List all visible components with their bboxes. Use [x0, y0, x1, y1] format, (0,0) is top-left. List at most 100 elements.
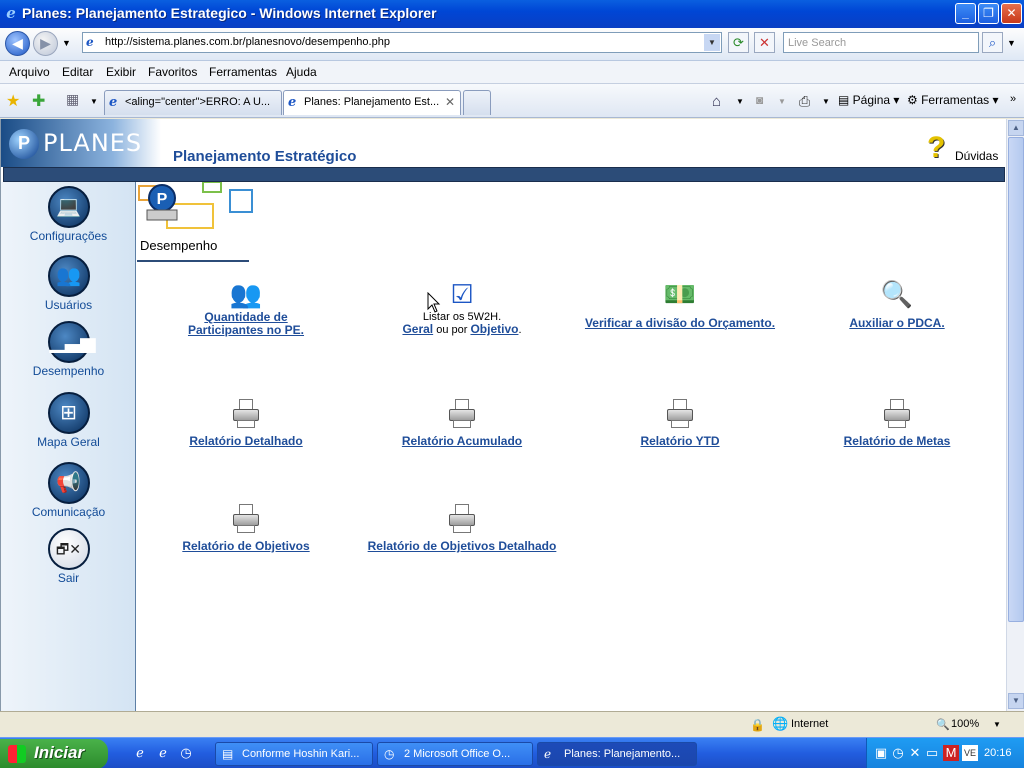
home-dropdown-icon[interactable]: ▼	[736, 97, 744, 106]
quicklaunch-browser-icon[interactable]: ℯ	[155, 745, 171, 761]
refresh-button[interactable]: ⟳	[728, 32, 749, 53]
back-button[interactable]: ◀	[5, 31, 30, 56]
address-url: http://sistema.planes.com.br/planesnovo/…	[105, 36, 390, 48]
rel-metas-link[interactable]: Relatório de Metas	[792, 435, 1002, 448]
quicklaunch-clock-icon[interactable]: ◷	[178, 745, 194, 761]
objetivo-link[interactable]: Objetivo	[470, 322, 518, 336]
add-favorite-icon[interactable]: ✚	[32, 91, 45, 111]
menu-ajuda[interactable]: Ajuda	[286, 65, 317, 79]
sidebar-item-desempenho[interactable]: ▁▃▅ Desempenho	[1, 321, 136, 378]
help-link[interactable]: Dúvidas	[955, 149, 998, 163]
menu-favoritos[interactable]: Favoritos	[148, 65, 197, 79]
menu-ferramentas[interactable]: Ferramentas	[209, 65, 277, 79]
svg-text:P: P	[157, 191, 168, 208]
menu-arquivo[interactable]: Arquivo	[9, 65, 50, 79]
new-tab-button[interactable]	[463, 90, 491, 115]
quicklaunch-ie-icon[interactable]: ℯ	[132, 745, 148, 761]
page-menu-button[interactable]: ▤ Página ▾	[838, 93, 899, 107]
word-icon: ▤	[222, 747, 234, 761]
tray-monitor-icon[interactable]: ▭	[924, 745, 940, 761]
tab-bar: ★ ✚ ▦ ▼ e <aling="center">ERRO: A U... e…	[0, 84, 1024, 118]
maximize-button[interactable]: ❐	[978, 3, 999, 24]
pdca-link[interactable]: Auxiliar o PDCA.	[792, 317, 1002, 330]
sidebar-item-sair[interactable]: 🗗✕ Sair	[1, 528, 136, 585]
orcamento-link[interactable]: Verificar a divisão do Orçamento.	[575, 317, 785, 330]
favorites-star-icon[interactable]: ★	[6, 91, 20, 111]
tab-erro[interactable]: e <aling="center">ERRO: A U...	[104, 90, 282, 115]
zoom-dropdown-icon[interactable]: ▼	[993, 720, 1001, 729]
tray-network-icon[interactable]: ▣	[873, 745, 889, 761]
ie-logo-icon: e	[6, 4, 16, 22]
start-button[interactable]: Iniciar	[0, 739, 108, 768]
feeds-dropdown-icon[interactable]: ▼	[778, 97, 786, 106]
sidebar-item-label: Usuários	[44, 298, 93, 312]
menu-exibir[interactable]: Exibir	[106, 65, 136, 79]
rel-detalhado-link[interactable]: Relatório Detalhado	[141, 435, 351, 448]
orcamento-item[interactable]: 💵 Verificar a divisão do Orçamento.	[575, 277, 785, 330]
rel-metas-item[interactable]: Relatório de Metas	[792, 399, 1002, 448]
tab-planes[interactable]: e Planes: Planejamento Est... ✕	[283, 90, 461, 115]
sidebar-item-comunicacao[interactable]: 📢 Comunicação	[1, 462, 136, 519]
site-header: P PLANES Planejamento Estratégico ? Dúvi…	[1, 119, 1006, 167]
sidebar-item-label: Desempenho	[32, 364, 105, 378]
rel-acumulado-item[interactable]: Relatório Acumulado	[357, 399, 567, 448]
tray-clock-icon[interactable]: ◷	[890, 745, 906, 761]
print-icon[interactable]: ⎙	[799, 93, 810, 110]
scroll-down-icon[interactable]: ▼	[1008, 693, 1024, 709]
zoom-icon[interactable]: 🔍	[936, 718, 950, 731]
close-window-button[interactable]: ✕	[1001, 3, 1022, 24]
web-page: P PLANES Planejamento Estratégico ? Dúvi…	[0, 119, 1006, 711]
sidebar-item-mapa-geral[interactable]: ⊞ Mapa Geral	[1, 392, 136, 449]
history-dropdown-icon[interactable]: ▼	[62, 38, 71, 48]
task-word[interactable]: ▤ Conforme Hoshin Kari...	[215, 742, 373, 766]
tab-list-dropdown-icon[interactable]: ▼	[90, 97, 98, 106]
rel-objetivos-link[interactable]: Relatório de Objetivos	[141, 540, 351, 553]
tray-ve-icon[interactable]: VE	[962, 745, 978, 761]
task-ie[interactable]: ℯ Planes: Planejamento...	[537, 742, 697, 766]
tray-antivirus-icon[interactable]: M	[943, 745, 959, 761]
desempenho-banner-icon: P	[138, 182, 253, 229]
geral-link[interactable]: Geral	[402, 322, 433, 336]
search-options-icon[interactable]: ▼	[1007, 38, 1016, 48]
printer-icon	[882, 399, 912, 429]
stop-button[interactable]: ✕	[754, 32, 775, 53]
scrollbar-thumb[interactable]	[1008, 137, 1024, 622]
magnifier-icon: 🔍	[880, 279, 914, 309]
participants-link-line2[interactable]: Participantes no PE.	[141, 324, 351, 337]
sidebar-item-usuarios[interactable]: 👥 Usuários	[1, 255, 136, 312]
address-dropdown-icon[interactable]: ▼	[704, 34, 720, 51]
minimize-button[interactable]: _	[955, 3, 976, 24]
task-office[interactable]: ◷ 2 Microsoft Office O...	[377, 742, 533, 766]
zoom-level[interactable]: 100%	[951, 718, 979, 730]
home-icon[interactable]: ⌂	[712, 93, 721, 110]
rel-acumulado-link[interactable]: Relatório Acumulado	[357, 435, 567, 448]
scroll-up-icon[interactable]: ▲	[1008, 120, 1024, 136]
sidebar-item-configuracoes[interactable]: 💻 Configurações	[1, 186, 136, 243]
windows-logo-icon	[8, 745, 26, 763]
rel-objetivos-item[interactable]: Relatório de Objetivos	[141, 504, 351, 553]
taskbar-clock[interactable]: 20:16	[984, 747, 1012, 759]
pdca-item[interactable]: 🔍 Auxiliar o PDCA.	[792, 277, 1002, 330]
participants-item[interactable]: 👥 Quantidade de Participantes no PE.	[141, 277, 351, 337]
rel-obj-det-link[interactable]: Relatório de Objetivos Detalhado	[357, 540, 567, 553]
menu-editar[interactable]: Editar	[62, 65, 93, 79]
close-tab-icon[interactable]: ✕	[445, 95, 455, 109]
rel-detalhado-item[interactable]: Relatório Detalhado	[141, 399, 351, 448]
rel-ytd-item[interactable]: Relatório YTD	[575, 399, 785, 448]
system-tray: ▣ ◷ ✕ ▭ M VE 20:16	[866, 738, 1024, 768]
vertical-scrollbar[interactable]: ▲ ▼	[1006, 119, 1024, 711]
quick-tabs-icon[interactable]: ▦	[66, 91, 79, 108]
tools-menu-button[interactable]: ⚙ Ferramentas ▾	[907, 93, 998, 107]
search-icon[interactable]: ⌕	[982, 32, 1003, 53]
address-bar[interactable]: e http://sistema.planes.com.br/planesnov…	[82, 32, 722, 53]
rel-ytd-link[interactable]: Relatório YTD	[575, 435, 785, 448]
feeds-icon[interactable]: ◙	[756, 93, 763, 107]
forward-button[interactable]: ▶	[33, 31, 58, 56]
chevron-right-icon[interactable]: »	[1010, 93, 1016, 105]
question-mark-icon[interactable]: ?	[927, 133, 945, 163]
search-input[interactable]: Live Search	[783, 32, 979, 53]
section-title: Desempenho	[140, 238, 218, 253]
rel-obj-det-item[interactable]: Relatório de Objetivos Detalhado	[357, 504, 567, 553]
print-dropdown-icon[interactable]: ▼	[822, 97, 830, 106]
tray-disconnected-icon[interactable]: ✕	[907, 745, 923, 761]
